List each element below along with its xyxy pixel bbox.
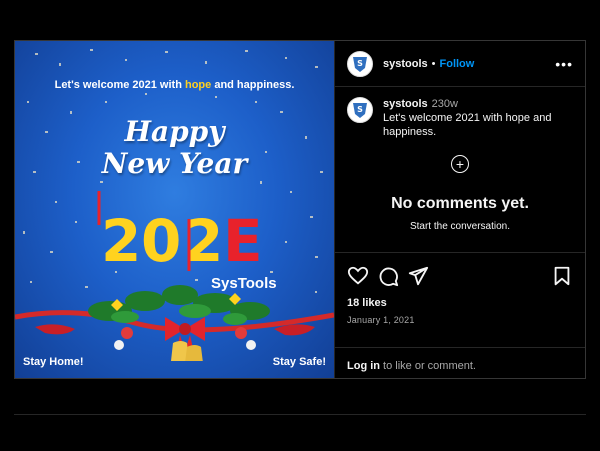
svg-text:E: E [223, 207, 263, 271]
svg-text:S: S [357, 59, 363, 68]
comments-empty-state: + No comments yet. Start the conversatio… [335, 139, 585, 252]
year-graphic: 2 0 2 E [97, 191, 263, 271]
like-heart-icon[interactable] [347, 265, 369, 287]
garland-decoration [15, 285, 334, 361]
caption: S systools 230w Let's welcome 2021 with h… [335, 87, 585, 139]
systools-logo-icon: S [353, 56, 367, 72]
svg-text:0: 0 [141, 207, 181, 271]
post-image[interactable]: Let's welcome 2021 with hope and happine… [15, 41, 334, 378]
login-prompt-text: to like or comment. [380, 360, 476, 372]
post-sidebar: S systools • Follow ••• S systools 230w L… [334, 41, 585, 378]
more-options-icon[interactable]: ••• [555, 56, 573, 72]
add-comment-icon[interactable]: + [451, 155, 469, 173]
image-footer-left: Stay Home! [23, 356, 84, 368]
caption-username[interactable]: systools [383, 98, 428, 110]
systools-logo-icon: S [353, 103, 367, 118]
image-tagline: Let's welcome 2021 with hope and happine… [54, 79, 295, 91]
image-footer-right: Stay Safe! [272, 356, 326, 368]
svg-text:S: S [357, 105, 363, 114]
post-actions: 18 likes January 1, 2021 Log in to like … [335, 252, 585, 378]
svg-text:2: 2 [101, 207, 141, 271]
save-bookmark-icon[interactable] [551, 265, 573, 287]
login-prompt: Log in to like or comment. [335, 347, 585, 372]
image-heading-new-year: New Year [101, 147, 248, 180]
post-header: S systools • Follow ••• [335, 41, 585, 87]
no-comments-title: No comments yet. [391, 195, 529, 212]
avatar[interactable]: S [347, 50, 373, 77]
divider [14, 414, 586, 415]
post-date[interactable]: January 1, 2021 [347, 315, 573, 325]
caption-text-block: systools 230w Let's welcome 2021 with hop… [383, 97, 568, 139]
no-comments-subtitle: Start the conversation. [409, 221, 511, 232]
follow-button[interactable]: Follow [440, 58, 475, 70]
header-username[interactable]: systools [383, 58, 428, 70]
share-send-icon[interactable] [407, 265, 429, 287]
login-link[interactable]: Log in [347, 360, 380, 372]
header-separator: • [431, 57, 436, 70]
comment-bubble-icon[interactable] [377, 265, 399, 287]
image-heading-happy: Happy [124, 115, 225, 148]
post-modal: Let's welcome 2021 with hope and happine… [14, 40, 586, 379]
caption-text: Let's welcome 2021 with hope and happine… [383, 112, 552, 138]
caption-time[interactable]: 230w [432, 98, 458, 110]
caption-avatar[interactable]: S [347, 97, 373, 123]
action-icons [347, 265, 573, 287]
likes-count[interactable]: 18 likes [347, 297, 573, 309]
